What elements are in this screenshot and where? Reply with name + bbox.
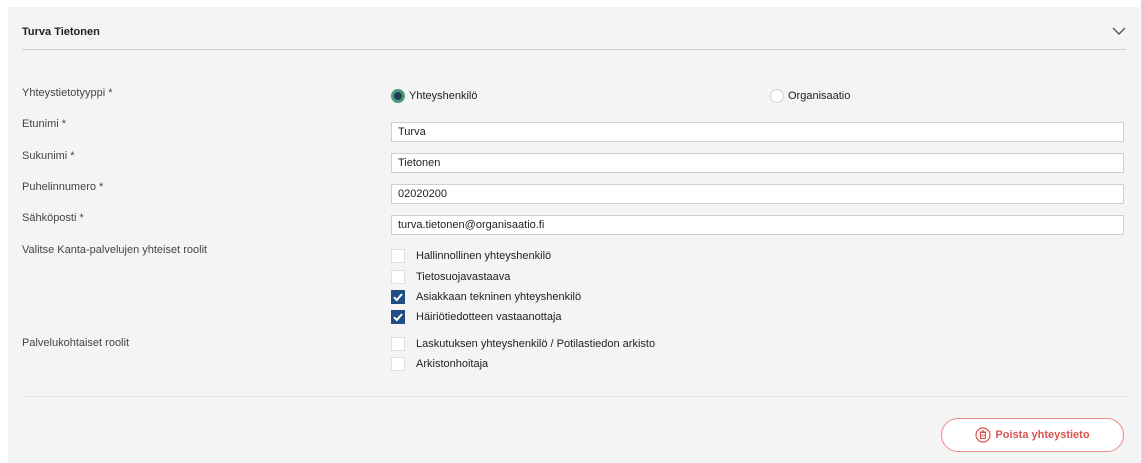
panel-title: Turva Tietonen <box>22 26 100 38</box>
checkbox-label: Laskutuksen yhteyshenkilö / Potilastiedo… <box>416 338 656 350</box>
first-name-field[interactable] <box>391 122 1124 142</box>
checkbox-row[interactable]: Hallinnollinen yhteyshenkilö <box>391 249 551 263</box>
checkbox-row[interactable]: Laskutuksen yhteyshenkilö / Potilastiedo… <box>391 337 655 351</box>
checkbox-label: Arkistonhoitaja <box>416 358 489 370</box>
checkbox-checked-icon[interactable] <box>391 310 405 324</box>
radio-option-organisation[interactable]: Organisaatio <box>770 89 850 103</box>
delete-contact-label: Poista yhteystieto <box>995 429 1090 441</box>
radio-unchecked-icon[interactable] <box>770 89 784 103</box>
common-roles-label: Valitse Kanta-palvelujen yhteiset roolit <box>22 244 208 256</box>
checkbox-unchecked-icon[interactable] <box>391 249 405 263</box>
phone-field[interactable] <box>391 184 1124 204</box>
checkbox-unchecked-icon[interactable] <box>391 337 405 351</box>
trash-icon <box>975 427 992 443</box>
first-name-label: Etunimi * <box>22 118 67 130</box>
checkbox-label: Häiriötiedotteen vastaanottaja <box>416 311 562 323</box>
checkbox-label: Asiakkaan tekninen yhteyshenkilö <box>416 291 582 303</box>
checkbox-label: Hallinnollinen yhteyshenkilö <box>416 250 552 262</box>
email-field[interactable] <box>391 215 1124 235</box>
radio-label-contact-person: Yhteyshenkilö <box>409 90 478 102</box>
checkbox-checked-icon[interactable] <box>391 290 405 304</box>
delete-contact-button[interactable]: Poista yhteystieto <box>941 418 1124 452</box>
email-label: Sähköposti * <box>22 212 84 224</box>
checkbox-row[interactable]: Arkistonhoitaja <box>391 357 488 371</box>
checkbox-unchecked-icon[interactable] <box>391 357 405 371</box>
checkbox-row[interactable]: Häiriötiedotteen vastaanottaja <box>391 310 562 324</box>
last-name-label: Sukunimi * <box>22 150 75 162</box>
radio-option-contact-person[interactable]: Yhteyshenkilö <box>391 89 478 103</box>
service-roles-label: Palvelukohtaiset roolit <box>22 337 130 349</box>
checkbox-row[interactable]: Tietosuojavastaava <box>391 270 510 284</box>
radio-checked-icon[interactable] <box>391 89 405 103</box>
contact-panel: Turva Tietonen Yhteystietotyyppi * Yhtey… <box>8 7 1140 463</box>
footer-divider <box>22 396 1126 397</box>
radio-label-organisation: Organisaatio <box>788 90 851 102</box>
panel-header[interactable]: Turva Tietonen <box>8 7 1140 50</box>
chevron-down-icon[interactable] <box>1111 23 1127 39</box>
checkbox-row[interactable]: Asiakkaan tekninen yhteyshenkilö <box>391 290 581 304</box>
checkbox-label: Tietosuojavastaava <box>416 271 511 283</box>
phone-label: Puhelinnumero * <box>22 181 104 193</box>
header-divider <box>22 49 1126 50</box>
contact-type-label: Yhteystietotyyppi * <box>22 87 113 99</box>
checkbox-unchecked-icon[interactable] <box>391 270 405 284</box>
last-name-field[interactable] <box>391 153 1124 173</box>
